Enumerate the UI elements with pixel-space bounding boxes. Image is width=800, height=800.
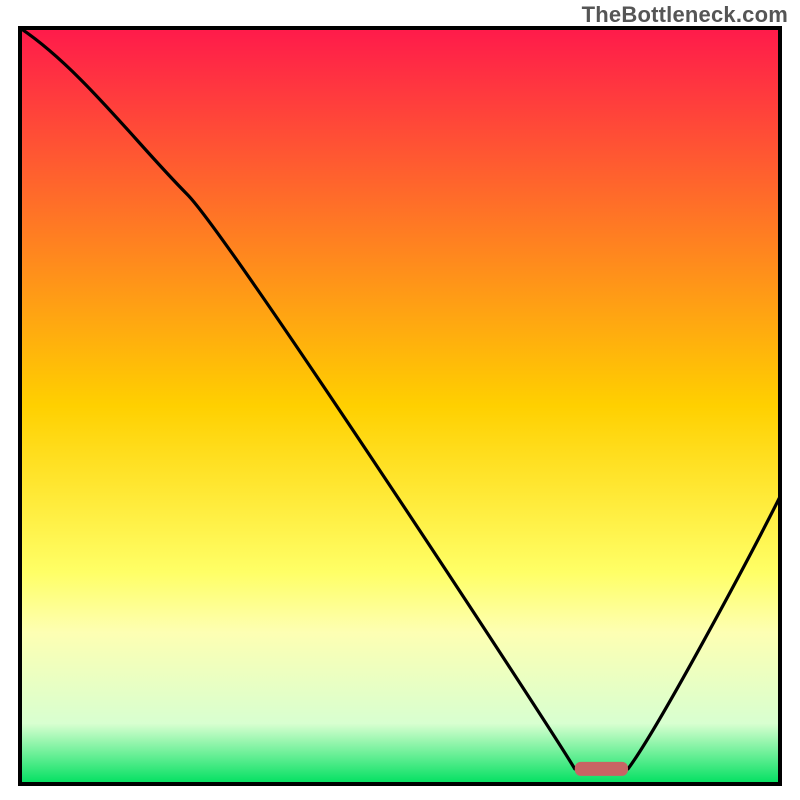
gradient-background bbox=[20, 28, 780, 784]
chart-container: TheBottleneck.com bbox=[0, 0, 800, 800]
bottleneck-chart-svg bbox=[0, 0, 800, 800]
optimum-marker bbox=[575, 762, 628, 776]
